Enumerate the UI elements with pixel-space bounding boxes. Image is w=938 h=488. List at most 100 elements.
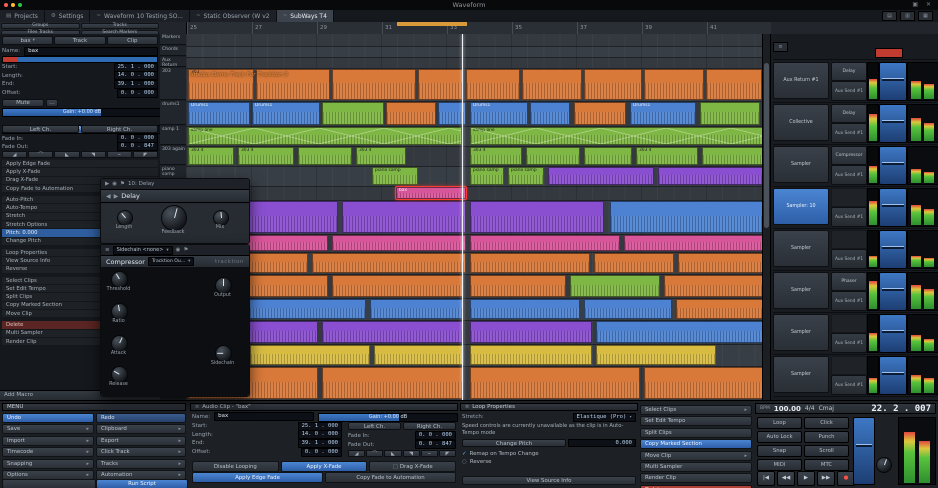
toggle-midi[interactable]: MIDI: [757, 459, 802, 471]
sidechain-knob[interactable]: [215, 345, 232, 362]
clip[interactable]: [678, 253, 766, 273]
close-icon[interactable]: [4, 3, 8, 7]
volume-fader[interactable]: [879, 314, 907, 353]
delay-plugin-window[interactable]: ▶ ◉ ⚑ 10: Delay ◀ ▶ Delay LengthFeedback…: [100, 178, 250, 244]
track-header-303-again[interactable]: 303 again: [160, 146, 186, 165]
output-knob[interactable]: [215, 277, 232, 294]
clip[interactable]: [470, 299, 580, 319]
timecode-display[interactable]: 22. 2 . 007: [871, 404, 931, 414]
rack-device-sampler[interactable]: Sampler: [773, 146, 829, 183]
clip[interactable]: [584, 69, 642, 100]
clip-samp-one[interactable]: samp one: [188, 127, 462, 145]
clip[interactable]: [386, 102, 436, 125]
clip[interactable]: [470, 235, 620, 251]
toggle-scroll[interactable]: Scroll: [804, 445, 849, 457]
clip-drums1[interactable]: Drums1: [188, 102, 250, 125]
field-value[interactable]: 39. 1 . 000: [298, 439, 342, 448]
tab-projects[interactable]: ▤Projects: [0, 10, 45, 22]
clip-303-4[interactable]: 303 4: [238, 147, 294, 165]
fade-curve-icon[interactable]: ◤: [133, 151, 158, 158]
clip-drums1[interactable]: Drums1: [470, 102, 528, 125]
fader-handle[interactable]: [856, 444, 872, 447]
ratio-knob[interactable]: [111, 303, 128, 320]
fade-curve-icon[interactable]: ◣: [384, 450, 401, 457]
master-knob[interactable]: [876, 457, 892, 473]
clip[interactable]: [332, 275, 464, 297]
clip[interactable]: [644, 367, 766, 399]
release-knob[interactable]: [111, 366, 128, 383]
menu-item-apply-x-fade[interactable]: Apply X-Fade: [2, 168, 158, 176]
tab-clip-name[interactable]: bax▾: [2, 36, 53, 45]
rack-fx-slot[interactable]: [831, 314, 867, 333]
clip[interactable]: [706, 69, 762, 100]
rack-aux-send-1[interactable]: Aux Send #1: [831, 165, 867, 185]
clip-name-input[interactable]: bax: [24, 47, 158, 56]
fader-handle[interactable]: [882, 78, 904, 81]
right-channel-button[interactable]: Right Ch.: [81, 125, 158, 133]
tab-track[interactable]: Track: [54, 36, 105, 45]
left-channel-button[interactable]: Left Ch.: [348, 422, 401, 430]
scrollbar-thumb[interactable]: [764, 63, 769, 228]
clip[interactable]: [322, 367, 464, 399]
left-channel-button[interactable]: Left Ch.: [2, 125, 79, 133]
check-remap-on-tempo-change[interactable]: ✓Remap on Tempo Change: [462, 450, 636, 458]
action-copy-marked-section[interactable]: Copy Marked Section: [640, 439, 752, 449]
fader-handle[interactable]: [882, 162, 904, 165]
clip[interactable]: [676, 299, 766, 319]
rack-device-sampler[interactable]: Sampler: [773, 272, 829, 309]
action-multi-sampler[interactable]: Multi Sampler: [640, 462, 752, 472]
rack-aux-send-1[interactable]: Aux Send #1: [831, 291, 867, 311]
button-copy-fade-to-automation[interactable]: Copy Fade to Automation: [325, 472, 456, 483]
mute-button[interactable]: Mute: [2, 99, 44, 107]
menu-timecode[interactable]: Timecode▸: [2, 447, 94, 457]
clip[interactable]: [570, 275, 660, 297]
clip[interactable]: [312, 253, 466, 273]
clip[interactable]: [332, 235, 466, 251]
fade-curve-icon[interactable]: ◤: [439, 450, 456, 457]
rack-device-sampler[interactable]: Sampler: [773, 314, 829, 351]
volume-fader[interactable]: [879, 230, 907, 269]
menu-save[interactable]: Save▸: [2, 424, 94, 434]
track-header-drums1[interactable]: drums1: [160, 101, 186, 125]
menu-undo[interactable]: Undo: [2, 413, 94, 423]
marked-region[interactable]: [397, 22, 467, 26]
rack-fx-slot[interactable]: [831, 356, 867, 375]
browser-tracks-button[interactable]: Tracks: [81, 23, 160, 29]
play-button[interactable]: ▶: [797, 471, 815, 486]
fade-curve-icon[interactable]: ◥: [81, 151, 106, 158]
rack-device-sampler-10[interactable]: Sampler: 10: [773, 188, 829, 225]
hamburger-icon[interactable]: ≡: [105, 247, 110, 253]
vertical-scrollbar[interactable]: [762, 34, 770, 400]
fade-curve-icon[interactable]: ◥: [403, 450, 420, 457]
preset-select[interactable]: Tracktion Ou...▾: [148, 257, 194, 266]
rack-fx-delay[interactable]: Delay: [831, 62, 867, 81]
rack-aux-send-1[interactable]: Aux Send #1: [831, 375, 867, 395]
menu-clipboard[interactable]: Clipboard▸: [96, 424, 186, 434]
nav-forward-icon[interactable]: ▶: [114, 193, 119, 200]
fade-curve-icon[interactable]: ⌒: [28, 151, 53, 158]
rewind-button[interactable]: ◀◀: [777, 471, 795, 486]
clip[interactable]: [596, 345, 716, 365]
toggle-click[interactable]: Click: [804, 417, 849, 429]
action-select-clips[interactable]: Select Clips▸: [640, 405, 752, 415]
clip[interactable]: [594, 253, 674, 273]
clip-piano-samp[interactable]: piano samp: [470, 167, 504, 185]
rack-device-aux-return-1[interactable]: Aux Return #1: [773, 62, 829, 99]
clip[interactable]: [596, 321, 766, 343]
rack-fx-slot[interactable]: [831, 230, 867, 249]
tab-waveform-10-testing-so[interactable]: ~Waveform 10 Testing SO...: [90, 10, 190, 22]
menu-item-apply-edge-fade[interactable]: Apply Edge Fade: [2, 160, 158, 168]
clip[interactable]: [644, 69, 704, 100]
fade-curve-icon[interactable]: ◢: [348, 450, 365, 457]
master-fader[interactable]: [853, 417, 875, 485]
fade-out-value[interactable]: 0. 0 . 847: [415, 440, 456, 449]
clip[interactable]: [658, 167, 764, 185]
toggle-snap[interactable]: Snap: [757, 445, 802, 457]
rack-aux-send-1[interactable]: Aux Send #1: [831, 249, 867, 269]
fade-in-value[interactable]: 0. 0 . 000: [415, 431, 456, 440]
rack-fx-delay[interactable]: Delay: [831, 104, 867, 123]
volume-fader[interactable]: [879, 272, 907, 311]
gain-slider[interactable]: Gain: +0.00 dB: [2, 108, 162, 117]
button-apply-x-fade[interactable]: Apply X-Fade: [281, 461, 368, 472]
clip[interactable]: [700, 102, 760, 125]
